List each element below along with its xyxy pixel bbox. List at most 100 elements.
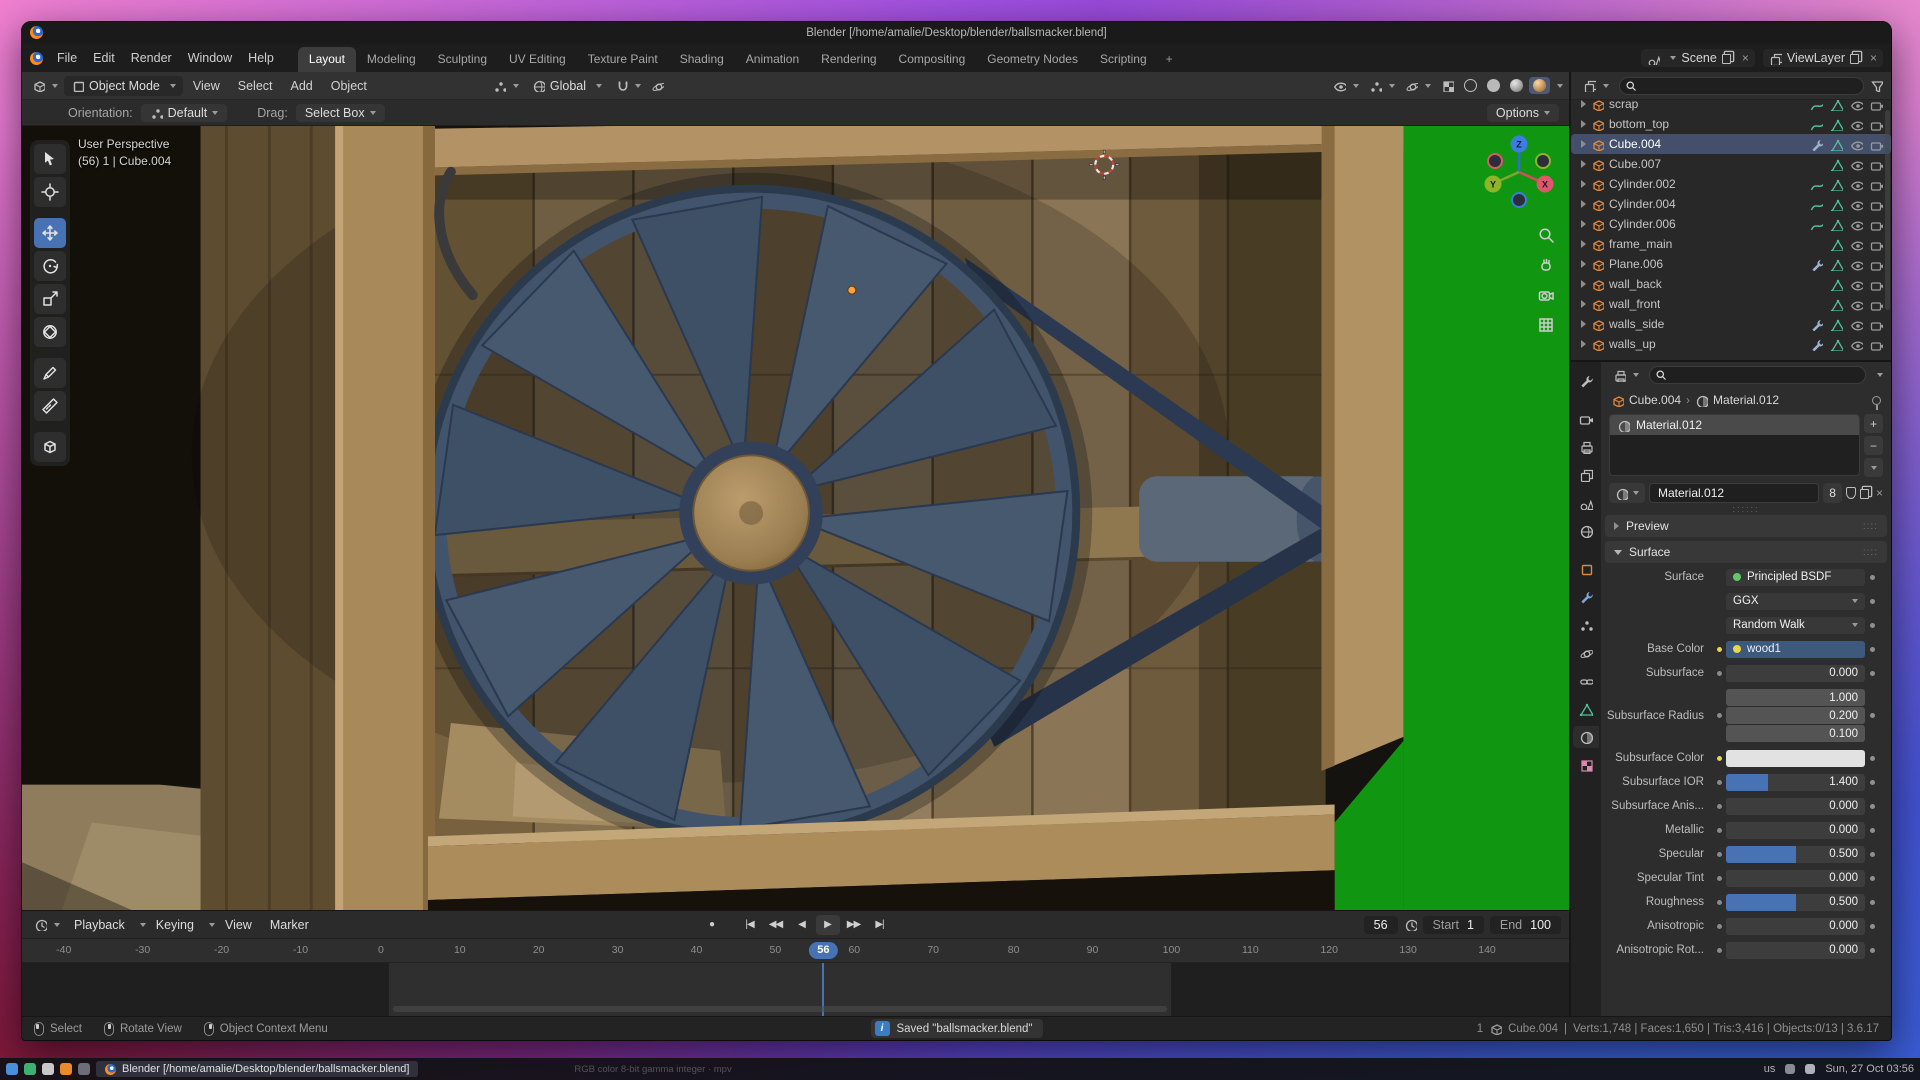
properties-search-input[interactable]	[1649, 366, 1866, 384]
animate-dot-icon[interactable]	[1865, 780, 1879, 785]
disable-render-icon[interactable]	[1870, 178, 1883, 191]
move-tool[interactable]	[34, 218, 66, 248]
hide-eye-icon[interactable]	[1850, 218, 1863, 231]
outliner-search-input[interactable]	[1619, 77, 1864, 95]
axis-y-neg-ball[interactable]	[1536, 154, 1550, 168]
hide-eye-icon[interactable]	[1850, 198, 1863, 211]
play-button[interactable]: ▶	[816, 915, 840, 935]
transform-pivot-button[interactable]	[489, 77, 523, 94]
app-icon[interactable]	[42, 1063, 54, 1075]
menu-render[interactable]: Render	[123, 48, 180, 68]
add-cube-tool[interactable]	[34, 432, 66, 462]
options-dropdown[interactable]: Options	[1487, 104, 1559, 122]
menu-file[interactable]: File	[49, 48, 85, 68]
animate-dot-icon[interactable]	[1865, 948, 1879, 953]
modifier-wrench-icon[interactable]	[1810, 138, 1823, 151]
anisotropic-rotation-slider[interactable]: 0.000	[1726, 942, 1865, 959]
add-workspace-button[interactable]: +	[1158, 47, 1181, 72]
outliner-item[interactable]: bottom_top	[1571, 114, 1891, 134]
new-material-icon[interactable]	[1860, 489, 1869, 499]
disable-render-icon[interactable]	[1870, 298, 1883, 311]
frame-start-field[interactable]: Start 1	[1423, 916, 1484, 934]
resize-grip[interactable]: ::::::	[1601, 505, 1891, 513]
stopwatch-icon[interactable]	[1404, 918, 1417, 931]
pin-icon[interactable]	[1872, 396, 1881, 405]
taskbar-clock[interactable]: Sun, 27 Oct 03:56	[1825, 1063, 1914, 1075]
properties-tab-modifiers[interactable]	[1573, 586, 1599, 608]
app-icon[interactable]	[24, 1063, 36, 1075]
orientation-default-dropdown[interactable]: Default	[141, 104, 228, 122]
rotate-tool[interactable]	[34, 251, 66, 281]
saved-notification[interactable]: i Saved "ballsmacker.blend"	[870, 1019, 1042, 1038]
animate-dot-icon[interactable]	[1865, 804, 1879, 809]
menu-keying[interactable]: Keying	[148, 915, 202, 935]
subsurface-aniso-slider[interactable]: 0.000	[1726, 798, 1865, 815]
subsurface-slider[interactable]: 0.000	[1726, 665, 1865, 682]
disable-render-icon[interactable]	[1870, 238, 1883, 251]
tab-modeling[interactable]: Modeling	[356, 47, 427, 72]
add-slot-button[interactable]: +	[1864, 414, 1883, 433]
animate-dot-icon[interactable]	[1865, 671, 1879, 676]
tab-sculpting[interactable]: Sculpting	[427, 47, 498, 72]
hide-eye-icon[interactable]	[1850, 278, 1863, 291]
play-reverse-button[interactable]: ◀	[790, 915, 814, 935]
taskbar-window-button[interactable]: Blender [/home/amalie/Desktop/blender/ba…	[96, 1061, 418, 1077]
distribution-dropdown[interactable]: GGX	[1726, 593, 1865, 610]
properties-tab-viewlayer[interactable]	[1573, 464, 1599, 486]
menu-help[interactable]: Help	[240, 48, 282, 68]
modifier-wrench-icon[interactable]	[1810, 338, 1823, 351]
orthographic-grid-icon[interactable]	[1537, 316, 1555, 334]
properties-tab-output[interactable]	[1573, 436, 1599, 458]
properties-tab-render[interactable]	[1573, 408, 1599, 430]
keyboard-layout-indicator[interactable]: us	[1764, 1063, 1776, 1075]
fake-user-shield-icon[interactable]	[1846, 487, 1856, 499]
outliner-item[interactable]: Cube.007	[1571, 154, 1891, 174]
animate-dot-icon[interactable]	[1865, 575, 1879, 580]
animate-dot-icon[interactable]	[1865, 852, 1879, 857]
editor-type-button[interactable]	[28, 77, 62, 94]
timeline-scrollbar[interactable]	[393, 1006, 1167, 1012]
menu-select[interactable]: Select	[230, 76, 281, 96]
next-keyframe-button[interactable]: ▶▶	[842, 915, 866, 935]
breadcrumb-object[interactable]: Cube.004	[1629, 393, 1681, 407]
volume-icon[interactable]	[1805, 1064, 1815, 1074]
outliner-editor-type-button[interactable]	[1579, 77, 1613, 94]
network-icon[interactable]	[1785, 1064, 1795, 1074]
material-name-field[interactable]: Material.012	[1649, 483, 1819, 503]
disable-render-icon[interactable]	[1870, 100, 1883, 111]
hide-eye-icon[interactable]	[1850, 338, 1863, 351]
prev-keyframe-button[interactable]: ◀◀	[764, 915, 788, 935]
tab-geometry-nodes[interactable]: Geometry Nodes	[976, 47, 1089, 72]
select-box-tool[interactable]	[34, 144, 66, 174]
slot-specials-button[interactable]	[1864, 458, 1883, 477]
outliner-item[interactable]: Cylinder.004	[1571, 194, 1891, 214]
expand-arrow-icon[interactable]	[1581, 340, 1586, 348]
animate-dot-icon[interactable]	[1865, 623, 1879, 628]
menu-object[interactable]: Object	[323, 76, 375, 96]
modifier-wrench-icon[interactable]	[1810, 318, 1823, 331]
jump-to-end-button[interactable]: ▶|	[868, 915, 892, 935]
breadcrumb-material[interactable]: Material.012	[1713, 393, 1779, 407]
properties-tab-tool[interactable]	[1573, 370, 1599, 392]
zoom-icon[interactable]	[1537, 226, 1555, 244]
expand-arrow-icon[interactable]	[1581, 300, 1586, 308]
orientation-dropdown[interactable]: Global	[525, 76, 609, 96]
animate-dot-icon[interactable]	[1865, 924, 1879, 929]
expand-arrow-icon[interactable]	[1581, 320, 1586, 328]
tab-compositing[interactable]: Compositing	[888, 47, 977, 72]
users-count-button[interactable]: 8	[1823, 483, 1842, 503]
3d-viewport-canvas[interactable]	[22, 126, 1569, 910]
hide-eye-icon[interactable]	[1850, 258, 1863, 271]
animate-dot-icon[interactable]	[1865, 599, 1879, 604]
disable-render-icon[interactable]	[1870, 258, 1883, 271]
browse-material-button[interactable]	[1609, 483, 1645, 503]
surface-shader-button[interactable]: Principled BSDF	[1726, 569, 1865, 586]
subsurface-radius-b-field[interactable]: 0.100	[1726, 725, 1865, 742]
disable-render-icon[interactable]	[1870, 118, 1883, 131]
expand-arrow-icon[interactable]	[1581, 240, 1586, 248]
app-icon[interactable]	[60, 1063, 72, 1075]
sss-method-dropdown[interactable]: Random Walk	[1726, 617, 1865, 634]
outliner-scrollbar[interactable]	[1885, 110, 1890, 310]
outliner-item[interactable]: Cylinder.006	[1571, 214, 1891, 234]
remove-slot-button[interactable]: −	[1864, 436, 1883, 455]
